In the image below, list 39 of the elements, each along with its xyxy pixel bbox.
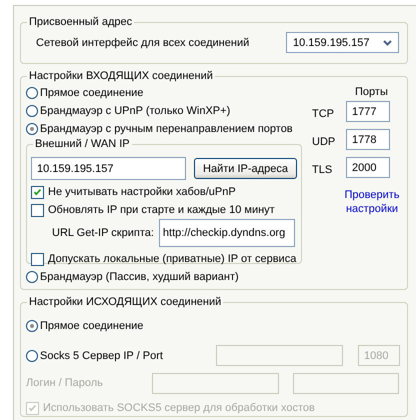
radio-option[interactable]: Брандмауэр с UPnP (только WinXP+) [26,102,302,120]
checkbox-option[interactable]: Допускать локальные (приватные) IP от сервиса [31,250,301,268]
radio-button[interactable] [26,320,38,332]
radio-option[interactable]: Прямое соединение [26,84,302,102]
login-label: Логин / Пароль [26,377,104,389]
interface-dropdown[interactable]: 10.159.195.157 [286,32,399,53]
group-legend: Настройки ВХОДЯЩИХ соединений [27,69,215,83]
group-legend: Настройки ИСХОДЯЩИХ соединений [27,295,224,309]
radio-option[interactable]: Прямое соединение [26,317,407,335]
checkbox-option[interactable]: Не учитывать настройки хабов/uPnP [31,183,301,201]
radio-option[interactable]: Брандмауэр (Пассив, худший вариант) [26,268,302,286]
ip-input-field[interactable]: 10.159.195.157 [31,157,186,180]
port-label: TCP [312,108,335,120]
radio-button[interactable] [26,123,38,135]
group-legend: Присвоенный адрес [27,15,134,29]
find-ip-button[interactable]: Найти IP-адреса [194,158,297,179]
checkmark-icon [32,186,43,198]
radio-button[interactable] [26,105,38,117]
ports-heading: Порты [355,86,389,98]
port-input-field[interactable]: 1777 [346,101,390,122]
url-input-field[interactable]: http://checkip.dyndns.org [158,219,295,247]
interface-label: Сетевой интерфейс для всех соединений [36,36,250,48]
radio-button[interactable] [26,87,38,99]
radio-button[interactable] [26,350,38,362]
radio-button[interactable] [26,271,38,283]
radio-option[interactable]: Брандмауэр с ручным перенаправлением портов [26,120,302,138]
checkbox[interactable] [31,204,44,216]
port-label: UDP [312,136,336,148]
checkmark-icon [27,402,38,414]
port-input-field[interactable]: 1778 [346,129,390,150]
checkbox[interactable] [31,252,44,266]
radio-option[interactable]: Socks 5 Сервер IP / Port [26,346,216,364]
port-label: TLS [312,164,334,176]
port-input-field[interactable]: 2000 [346,157,390,178]
chevron-down-icon [383,40,392,46]
checkbox-option[interactable]: Обновлять IP при старте и каждые 10 минут [31,201,301,219]
check-settings-link[interactable]: Проверить настройки [337,188,407,216]
checkbox[interactable] [31,186,44,198]
url-label: URL Get-IP скрипта: [52,227,154,239]
